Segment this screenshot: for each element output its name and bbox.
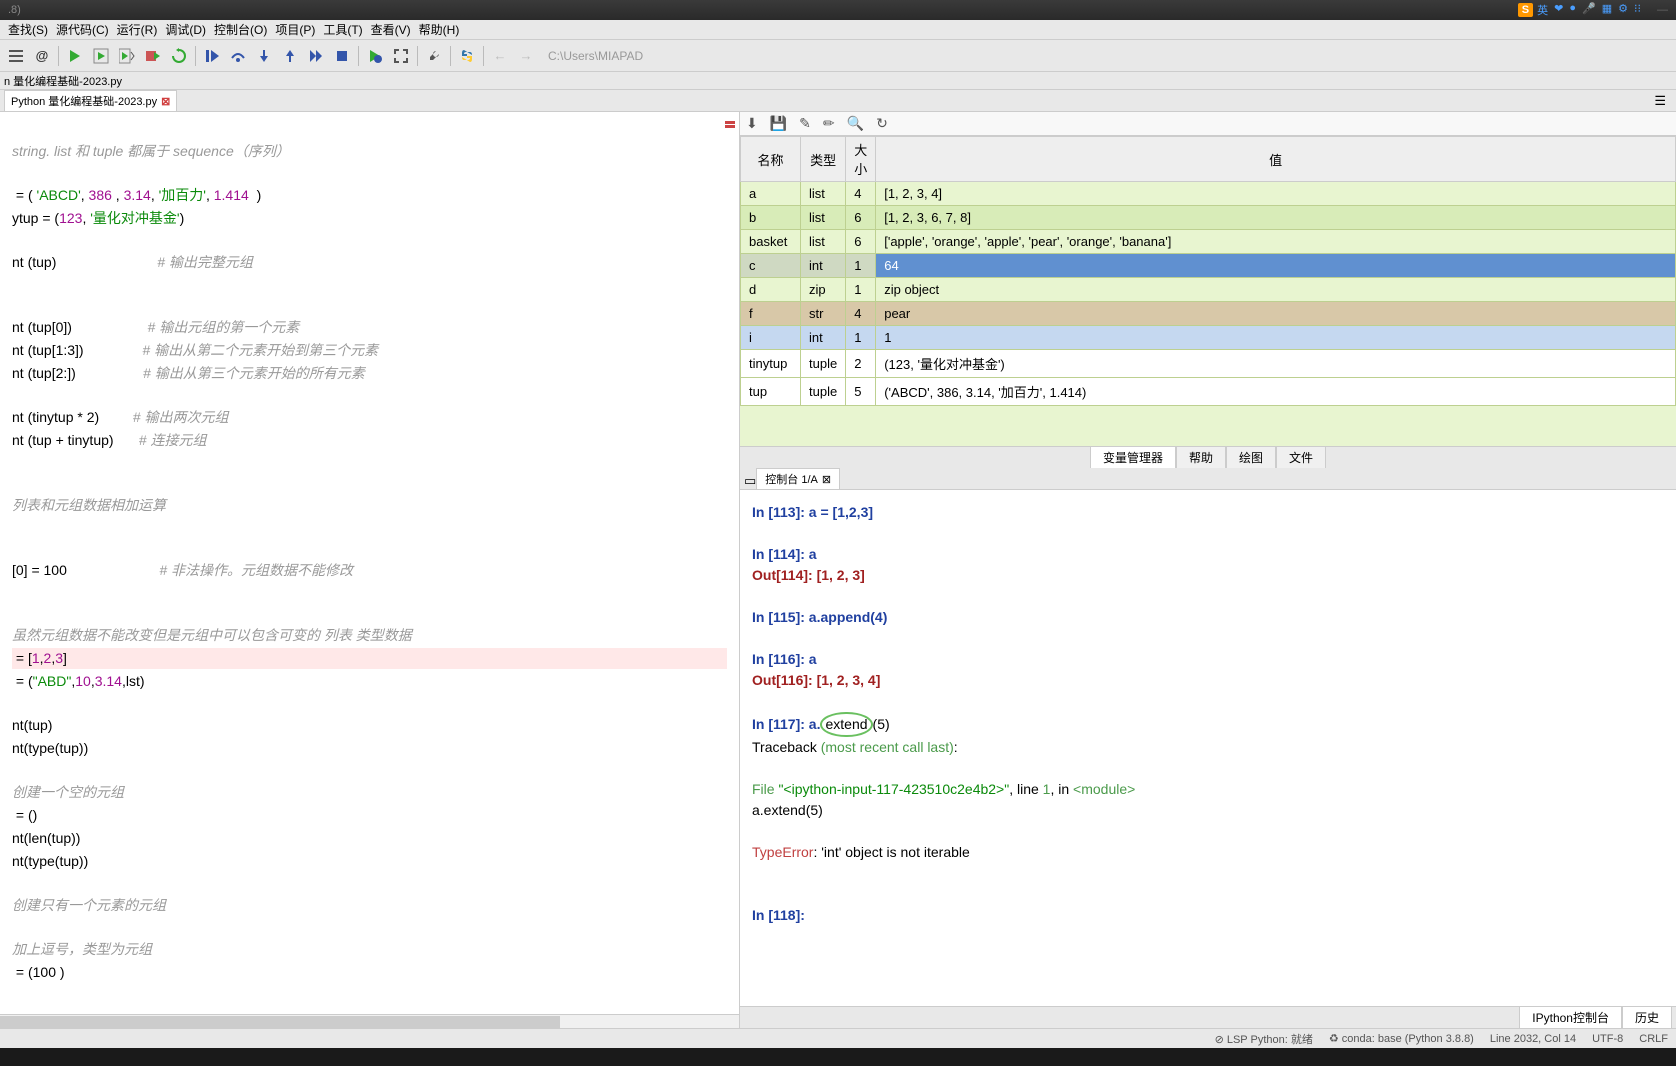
windows-taskbar[interactable]	[0, 1048, 1676, 1066]
tab-help[interactable]: 帮助	[1176, 446, 1226, 469]
menu-source[interactable]: 源代码(C)	[52, 21, 113, 38]
menu-debug[interactable]: 调试(D)	[161, 21, 210, 38]
right-panel-tabs: 变量管理器 帮助 绘图 文件	[740, 446, 1676, 468]
status-eol[interactable]: CRLF	[1639, 1033, 1668, 1045]
console-bottom-tabs: IPython控制台 历史	[740, 1006, 1676, 1028]
menu-console[interactable]: 控制台(O)	[210, 21, 271, 38]
debug-stepin-icon[interactable]	[252, 44, 276, 68]
tab-ipython-console[interactable]: IPython控制台	[1519, 1006, 1622, 1029]
run-selection-icon[interactable]	[141, 44, 165, 68]
import-icon[interactable]: ⬇	[746, 115, 758, 132]
col-name[interactable]: 名称	[741, 137, 801, 182]
rerun-icon[interactable]	[167, 44, 191, 68]
console-tab-active[interactable]: 控制台 1/A ⊠	[756, 468, 840, 489]
debug-step-icon[interactable]	[200, 44, 224, 68]
save-icon[interactable]: 💾	[770, 115, 787, 132]
var-row[interactable]: cint164	[741, 254, 1676, 278]
menu-run[interactable]: 运行(R)	[113, 21, 162, 38]
status-encoding[interactable]: UTF-8	[1592, 1033, 1623, 1045]
nav-back-icon[interactable]: ←	[488, 44, 512, 68]
debug-bug-icon[interactable]	[363, 44, 387, 68]
col-size[interactable]: 大小	[846, 137, 876, 182]
var-row[interactable]: tinytuptuple2(123, '量化对冲基金')	[741, 350, 1676, 378]
menu-help[interactable]: 帮助(H)	[415, 21, 464, 38]
var-row[interactable]: alist4[1, 2, 3, 4]	[741, 182, 1676, 206]
wrench-icon[interactable]	[422, 44, 446, 68]
close-tab-icon[interactable]: ⊠	[161, 95, 170, 108]
ime-lang[interactable]: 英 ❤●🎤▦⚙⁝⁝	[1537, 2, 1641, 18]
editor-tab-active[interactable]: Python 量化编程基础-2023.py ⊠	[4, 90, 177, 111]
search-var-icon[interactable]: 🔍	[847, 115, 864, 132]
run-icon[interactable]	[63, 44, 87, 68]
console-collapse-icon[interactable]: ▭	[744, 473, 756, 489]
var-row[interactable]: basketlist6['apple', 'orange', 'apple', …	[741, 230, 1676, 254]
var-row[interactable]: dzip1zip object	[741, 278, 1676, 302]
status-bar: ⊘ LSP Python: 就绪 ♻ conda: base (Python 3…	[0, 1028, 1676, 1048]
ipython-console[interactable]: In [113]: a = [1,2,3] In [114]: a Out[11…	[740, 490, 1676, 1006]
at-icon[interactable]: @	[30, 44, 54, 68]
run-cell-advance-icon[interactable]	[115, 44, 139, 68]
var-row[interactable]: iint11	[741, 326, 1676, 350]
tab-variable-manager[interactable]: 变量管理器	[1090, 446, 1176, 469]
menu-bar: 查找(S) 源代码(C) 运行(R) 调试(D) 控制台(O) 项目(P) 工具…	[0, 20, 1676, 40]
editor-scrollbar[interactable]	[0, 1014, 739, 1028]
nav-forward-icon[interactable]: →	[514, 44, 538, 68]
variable-explorer[interactable]: 名称 类型 大小 值 alist4[1, 2, 3, 4]blist6[1, 2…	[740, 136, 1676, 446]
var-row[interactable]: fstr4pear	[741, 302, 1676, 326]
menu-view[interactable]: 查看(V)	[367, 21, 415, 38]
var-row[interactable]: tuptuple5('ABCD', 386, 3.14, '加百力', 1.41…	[741, 378, 1676, 406]
col-value[interactable]: 值	[876, 137, 1676, 182]
run-cell-icon[interactable]	[89, 44, 113, 68]
file-breadcrumb: n 量化编程基础-2023.py	[0, 72, 1676, 90]
debug-stop-icon[interactable]	[330, 44, 354, 68]
window-min-icon[interactable]: —	[1657, 4, 1668, 16]
code-editor[interactable]: string. list 和 tuple 都属于 sequence（序列） = …	[0, 112, 740, 1028]
debug-stepover-icon[interactable]	[226, 44, 250, 68]
editor-tabs: Python 量化编程基础-2023.py ⊠ ☰	[0, 90, 1676, 112]
console-tabs: ▭ 控制台 1/A ⊠	[740, 468, 1676, 490]
status-conda[interactable]: ♻ conda: base (Python 3.8.8)	[1329, 1032, 1474, 1045]
tab-history[interactable]: 历史	[1622, 1006, 1672, 1029]
menu-tools[interactable]: 工具(T)	[319, 21, 366, 38]
tab-plot[interactable]: 绘图	[1226, 446, 1276, 469]
sogou-ime-icon[interactable]: S	[1518, 3, 1533, 17]
edit-icon[interactable]: ✏	[823, 115, 835, 132]
outline-icon[interactable]	[4, 44, 28, 68]
status-lsp[interactable]: ⊘ LSP Python: 就绪	[1215, 1031, 1313, 1047]
debug-stepout-icon[interactable]	[278, 44, 302, 68]
menu-search[interactable]: 查找(S)	[4, 21, 52, 38]
maximize-icon[interactable]	[389, 44, 413, 68]
variable-toolbar: ⬇ 💾 ✎ ✏ 🔍 ↻	[740, 112, 1676, 136]
col-type[interactable]: 类型	[801, 137, 846, 182]
var-row[interactable]: blist6[1, 2, 3, 6, 7, 8]	[741, 206, 1676, 230]
debug-continue-icon[interactable]	[304, 44, 328, 68]
python-icon[interactable]	[455, 44, 479, 68]
highlight-circle: extend	[820, 712, 872, 737]
title-bar: .8) S 英 ❤●🎤▦⚙⁝⁝ —	[0, 0, 1676, 20]
tabs-menu-icon[interactable]: ☰	[1648, 91, 1672, 111]
working-dir: C:\Users\MIAPAD	[548, 49, 643, 63]
main-toolbar: @ ← → C:\Users\MIAPAD	[0, 40, 1676, 72]
menu-project[interactable]: 项目(P)	[271, 21, 319, 38]
save-as-icon[interactable]: ✎	[799, 115, 811, 132]
close-console-icon[interactable]: ⊠	[822, 473, 831, 486]
tab-file[interactable]: 文件	[1276, 446, 1326, 469]
status-cursor: Line 2032, Col 14	[1490, 1033, 1576, 1045]
refresh-icon[interactable]: ↻	[876, 115, 888, 132]
